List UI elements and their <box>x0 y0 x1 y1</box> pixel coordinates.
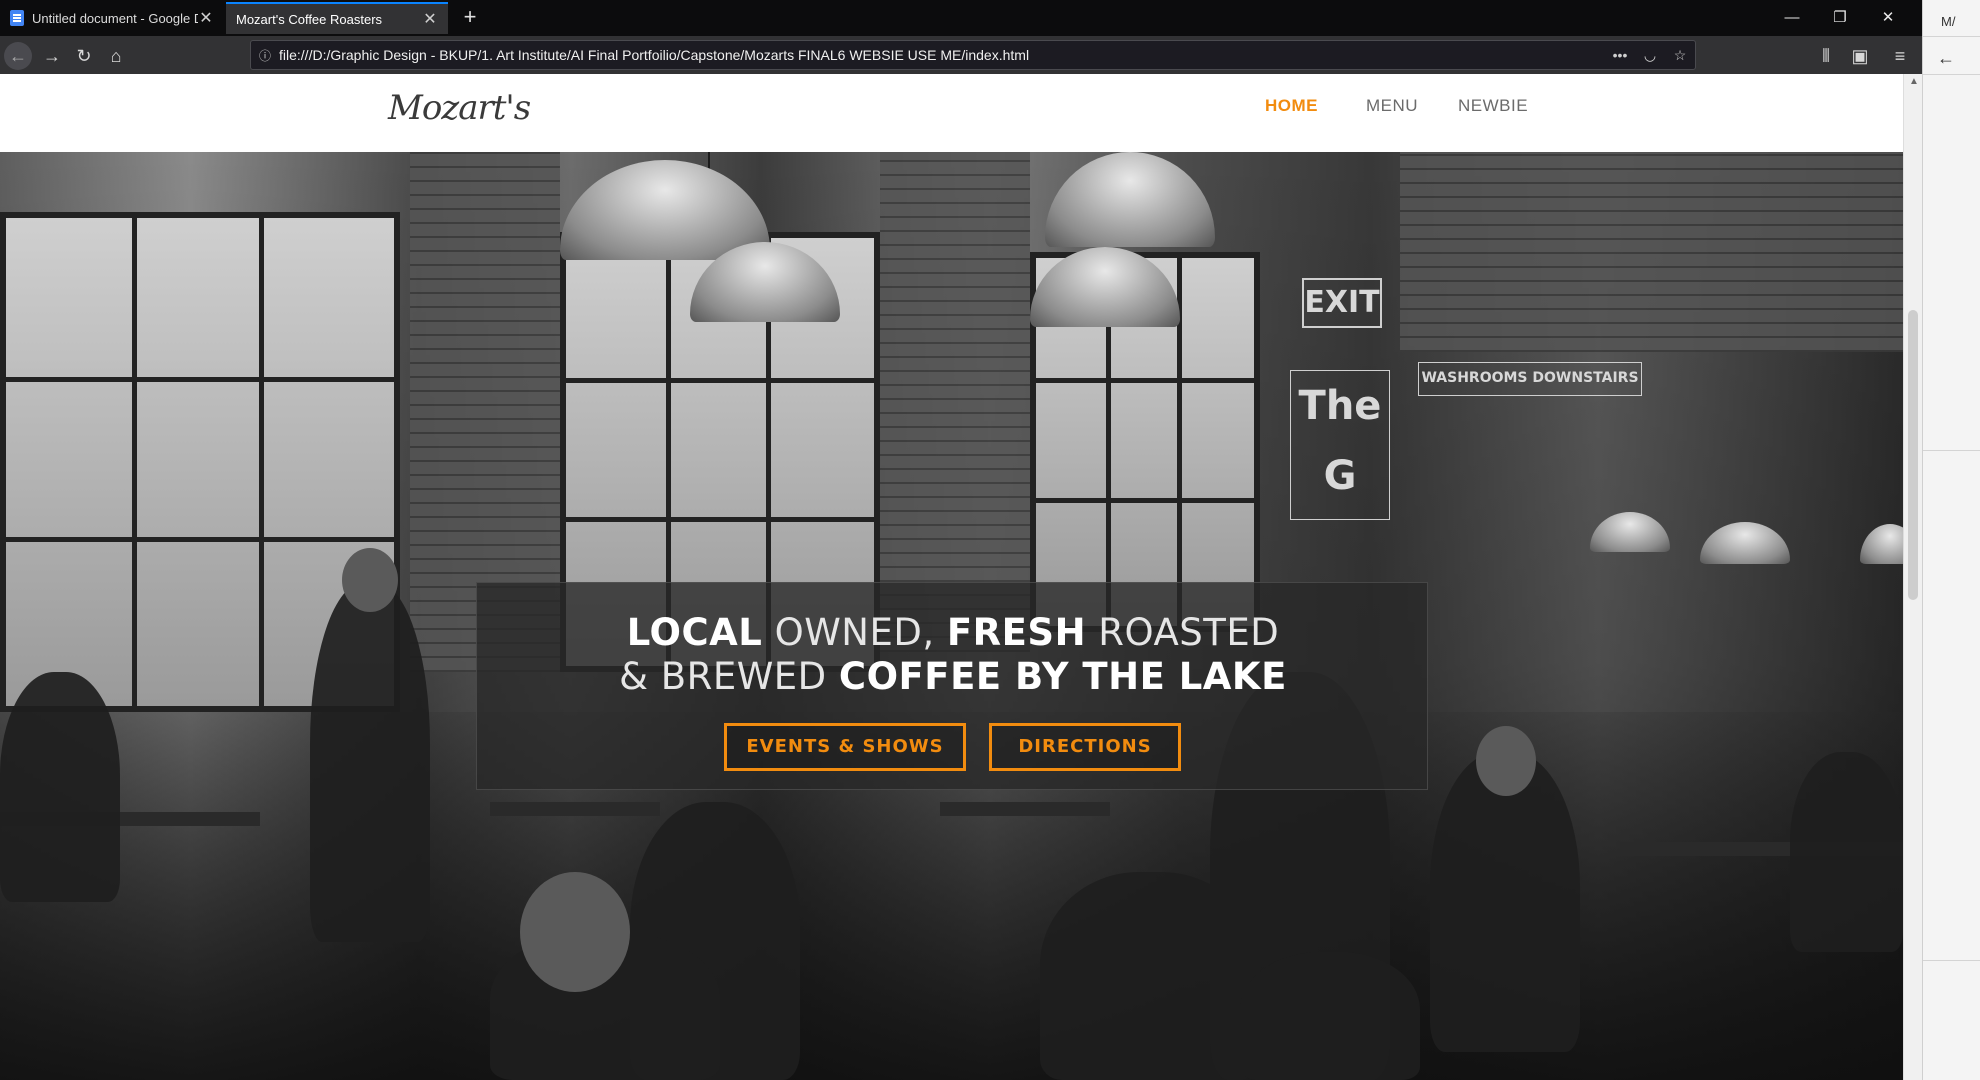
person-silhouette <box>0 672 120 902</box>
brick-wall <box>880 152 1030 652</box>
headline-word: OWNED, <box>762 611 947 654</box>
nav-home[interactable]: HOME <box>1265 96 1318 116</box>
brick-wall <box>1400 152 1903 352</box>
pendant-lamp <box>1700 522 1790 564</box>
info-icon[interactable]: ⓘ <box>251 47 279 64</box>
pendant-lamp <box>560 160 770 260</box>
person-head <box>520 872 630 992</box>
pendant-lamp <box>1590 512 1670 552</box>
bookmark-star-icon[interactable]: ☆ <box>1665 47 1695 64</box>
tab-title: Untitled document - Google D <box>32 10 198 26</box>
pendant-lamp <box>1045 152 1215 247</box>
google-docs-icon <box>10 10 24 26</box>
headline-word: LOCAL <box>626 611 763 654</box>
hero-banner: LOCAL OWNED, FRESH ROASTED & BREWED COFF… <box>476 582 1428 790</box>
page-scrollbar[interactable]: ▲ <box>1903 74 1922 1080</box>
divider <box>1923 36 1980 37</box>
person-head <box>342 548 398 612</box>
pendant-lamp <box>1860 524 1903 564</box>
headline-word: COFFEE BY THE LAKE <box>838 655 1287 698</box>
tab-strip: Untitled document - Google D ✕ Mozart's … <box>0 0 1922 36</box>
sidebar-icon[interactable]: ▣ <box>1846 42 1874 70</box>
headline-word: & BREWED <box>619 655 839 698</box>
washrooms-sign: WASHROOMS DOWNSTAIRS <box>1418 362 1642 396</box>
address-bar[interactable]: ⓘ file:///D:/Graphic Design - BKUP/1. Ar… <box>250 40 1696 70</box>
tab-google-doc[interactable]: Untitled document - Google D ✕ <box>0 2 224 34</box>
new-tab-button[interactable]: + <box>456 4 484 32</box>
home-icon[interactable]: ⌂ <box>102 42 130 70</box>
divider <box>1923 450 1980 451</box>
table <box>490 802 660 816</box>
hamburger-menu-icon[interactable]: ≡ <box>1886 42 1914 70</box>
person-silhouette <box>1240 952 1420 1080</box>
person-silhouette <box>310 582 430 942</box>
person-head <box>1476 726 1536 796</box>
back-icon[interactable]: ← <box>4 42 32 70</box>
nav-newbie[interactable]: NEWBIE <box>1458 96 1528 116</box>
pocket-icon[interactable]: ◡ <box>1635 47 1665 64</box>
library-icon[interactable]: ⫴ <box>1812 42 1840 70</box>
hero-headline: LOCAL OWNED, FRESH ROASTED & BREWED COFF… <box>477 611 1429 699</box>
tab-title: Mozart's Coffee Roasters <box>236 11 383 27</box>
directions-button[interactable]: DIRECTIONS <box>989 723 1181 771</box>
scrollbar-thumb[interactable] <box>1908 310 1918 600</box>
second-window-tab[interactable]: M/ <box>1941 14 1955 29</box>
headline-word: ROASTED <box>1086 611 1280 654</box>
nav-menu[interactable]: MENU <box>1366 96 1418 116</box>
forward-icon[interactable]: → <box>38 42 66 70</box>
site-header: Mozart's HOME MENU NEWBIE <box>0 74 1903 152</box>
minimize-button[interactable]: — <box>1770 4 1814 32</box>
site-logo[interactable]: Mozart's <box>388 88 531 128</box>
url-text[interactable]: file:///D:/Graphic Design - BKUP/1. Art … <box>279 47 1605 63</box>
headline-word: FRESH <box>946 611 1087 654</box>
reload-icon[interactable]: ↻ <box>70 42 98 70</box>
scroll-up-icon[interactable]: ▲ <box>1909 76 1919 87</box>
tab-mozarts[interactable]: Mozart's Coffee Roasters ✕ <box>226 2 448 34</box>
more-icon[interactable]: ••• <box>1605 47 1635 63</box>
exit-sign: EXIT <box>1302 278 1382 328</box>
events-shows-button[interactable]: EVENTS & SHOWS <box>724 723 966 771</box>
second-window-edge: M/ ← <box>1922 0 1980 1080</box>
close-tab-icon[interactable]: ✕ <box>422 9 438 29</box>
divider <box>1923 960 1980 961</box>
person-silhouette <box>1790 752 1903 952</box>
close-tab-icon[interactable]: ✕ <box>198 8 214 28</box>
table <box>940 802 1110 816</box>
close-window-button[interactable]: ✕ <box>1866 4 1910 32</box>
back-icon[interactable]: ← <box>1937 48 1955 69</box>
restore-button[interactable]: ❐ <box>1818 4 1862 32</box>
divider <box>1923 74 1980 75</box>
person-silhouette <box>1430 752 1580 1052</box>
navigation-toolbar: ← → ↻ ⌂ ⓘ file:///D:/Graphic Design - BK… <box>0 36 1922 74</box>
web-page: Mozart's HOME MENU NEWBIE EXIT WASHROOMS… <box>0 74 1903 1080</box>
gem-sign: The G <box>1290 370 1390 520</box>
